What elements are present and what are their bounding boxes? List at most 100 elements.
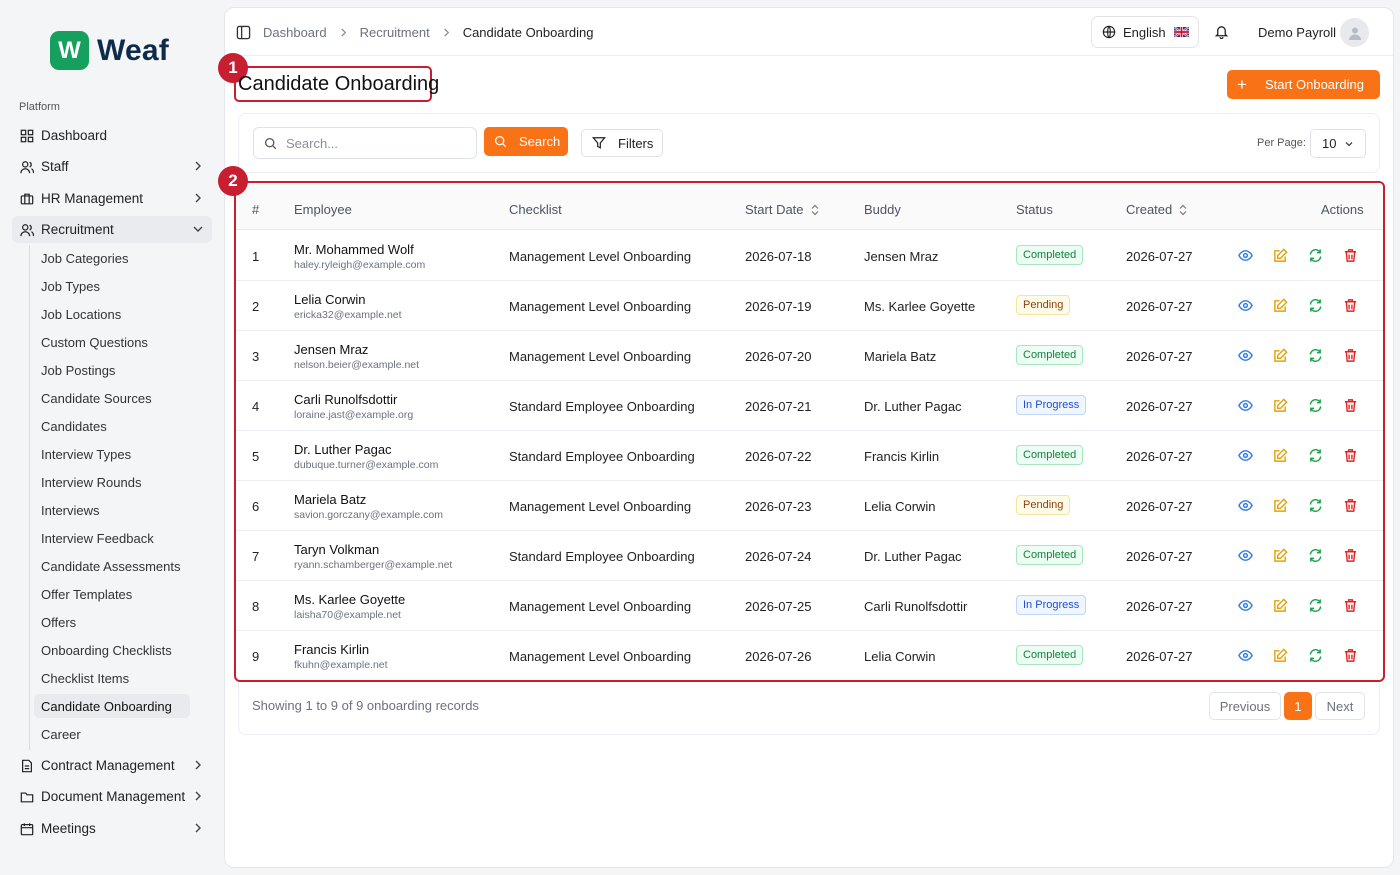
edit-icon[interactable]	[1273, 398, 1288, 413]
sidebar-item-label: Document Management	[41, 789, 186, 804]
chevron-right-icon	[195, 791, 201, 801]
edit-icon[interactable]	[1273, 248, 1288, 263]
refresh-icon[interactable]	[1308, 448, 1323, 463]
logo-mark: W	[50, 31, 89, 70]
language-selector[interactable]: English	[1091, 16, 1199, 48]
row-number: 3	[252, 349, 260, 364]
employee-email: loraine.jast@example.org	[294, 409, 414, 421]
employee-email: savion.gorczany@example.com	[294, 509, 443, 521]
edit-icon[interactable]	[1273, 598, 1288, 613]
sidebar-item-meetings[interactable]: Meetings	[12, 815, 212, 842]
view-icon[interactable]	[1238, 498, 1253, 513]
sidebar-subitem[interactable]: Candidate Assessments	[34, 554, 190, 578]
search-button[interactable]: Search	[484, 127, 568, 156]
refresh-icon[interactable]	[1308, 548, 1323, 563]
edit-icon[interactable]	[1273, 648, 1288, 663]
sidebar-subitem[interactable]: Job Postings	[34, 358, 190, 382]
sidebar-item-label: Staff	[41, 159, 69, 174]
row-number: 9	[252, 649, 260, 664]
created-date: 2026-07-27	[1126, 649, 1193, 664]
search-input[interactable]: Search...	[253, 127, 477, 159]
page-1-button[interactable]: 1	[1284, 692, 1312, 720]
sidebar-item-dashboard[interactable]: Dashboard	[12, 122, 212, 149]
top-bar: Dashboard Recruitment Candidate Onboardi…	[225, 8, 1393, 56]
col-status: Status	[1016, 202, 1053, 217]
refresh-icon[interactable]	[1308, 648, 1323, 663]
edit-icon[interactable]	[1273, 448, 1288, 463]
delete-icon[interactable]	[1343, 498, 1358, 513]
sidebar-subitem[interactable]: Custom Questions	[34, 330, 190, 354]
refresh-icon[interactable]	[1308, 348, 1323, 363]
filters-button[interactable]: Filters	[581, 129, 663, 157]
avatar[interactable]	[1340, 18, 1369, 47]
sidebar-subitem[interactable]: Job Locations	[34, 302, 190, 326]
edit-icon[interactable]	[1273, 348, 1288, 363]
view-icon[interactable]	[1238, 398, 1253, 413]
checklist-name: Management Level Onboarding	[509, 599, 692, 614]
user-name[interactable]: Demo Payroll	[1258, 25, 1336, 40]
sidebar-subitem[interactable]: Candidate Sources	[34, 386, 190, 410]
app-logo[interactable]: W Weaf	[50, 31, 169, 70]
breadcrumb-dashboard[interactable]: Dashboard	[263, 25, 327, 40]
sidebar-subitem[interactable]: Checklist Items	[34, 666, 190, 690]
edit-icon[interactable]	[1273, 498, 1288, 513]
delete-icon[interactable]	[1343, 298, 1358, 313]
table-row: 8 Ms. Karlee Goyette laisha70@example.net M…	[236, 581, 1383, 631]
delete-icon[interactable]	[1343, 448, 1358, 463]
edit-icon[interactable]	[1273, 298, 1288, 313]
sidebar-item-recruitment[interactable]: Recruitment	[12, 216, 212, 243]
file-icon	[22, 759, 32, 772]
delete-icon[interactable]	[1343, 398, 1358, 413]
sidebar-item-contract-management[interactable]: Contract Management	[12, 752, 212, 779]
col-start-date-label: Start Date	[745, 202, 804, 217]
sidebar-subitem[interactable]: Job Types	[34, 274, 190, 298]
next-button[interactable]: Next	[1315, 692, 1365, 720]
refresh-icon[interactable]	[1308, 298, 1323, 313]
delete-icon[interactable]	[1343, 648, 1358, 663]
employee-name: Mr. Mohammed Wolf	[294, 242, 414, 257]
sidebar-subitem[interactable]: Interviews	[34, 498, 190, 522]
delete-icon[interactable]	[1343, 248, 1358, 263]
sidebar-subitem-active[interactable]: Candidate Onboarding	[34, 694, 190, 718]
search-icon	[264, 137, 277, 149]
sidebar-subitem[interactable]: Job Categories	[34, 246, 190, 270]
previous-button[interactable]: Previous	[1209, 692, 1281, 720]
refresh-icon[interactable]	[1308, 398, 1323, 413]
sidebar-item-document-management[interactable]: Document Management	[12, 783, 212, 810]
status-badge: Completed	[1016, 645, 1084, 665]
view-icon[interactable]	[1238, 648, 1253, 663]
per-page-select[interactable]: 10	[1310, 129, 1366, 158]
sidebar-subitem[interactable]: Interview Types	[34, 442, 190, 466]
view-icon[interactable]	[1238, 348, 1253, 363]
sidebar-subitem[interactable]: Onboarding Checklists	[34, 638, 190, 662]
sidebar-subitem[interactable]: Interview Rounds	[34, 470, 190, 494]
view-icon[interactable]	[1238, 248, 1253, 263]
sidebar-item-staff[interactable]: Staff	[12, 153, 212, 180]
table-row: 1 Mr. Mohammed Wolf haley.ryleigh@example.…	[236, 231, 1383, 281]
refresh-icon[interactable]	[1308, 598, 1323, 613]
sidebar-subitem[interactable]: Career	[34, 722, 190, 746]
refresh-icon[interactable]	[1308, 248, 1323, 263]
annotation-marker-2: 2	[218, 166, 248, 196]
col-start-date[interactable]: Start Date	[745, 202, 820, 217]
view-icon[interactable]	[1238, 548, 1253, 563]
delete-icon[interactable]	[1343, 598, 1358, 613]
delete-icon[interactable]	[1343, 348, 1358, 363]
bell-icon[interactable]	[1214, 24, 1229, 39]
delete-icon[interactable]	[1343, 548, 1358, 563]
col-checklist: Checklist	[509, 202, 562, 217]
refresh-icon[interactable]	[1308, 498, 1323, 513]
view-icon[interactable]	[1238, 448, 1253, 463]
sidebar-toggle-icon[interactable]	[236, 25, 251, 40]
col-created[interactable]: Created	[1126, 202, 1188, 217]
sidebar-subitem[interactable]: Interview Feedback	[34, 526, 190, 550]
sidebar-subitem[interactable]: Candidates	[34, 414, 190, 438]
start-onboarding-button[interactable]: + Start Onboarding	[1227, 70, 1380, 99]
breadcrumb-recruitment[interactable]: Recruitment	[360, 25, 430, 40]
sidebar-item-hr-management[interactable]: HR Management	[12, 185, 212, 212]
view-icon[interactable]	[1238, 298, 1253, 313]
edit-icon[interactable]	[1273, 548, 1288, 563]
sidebar-subitem[interactable]: Offers	[34, 610, 190, 634]
view-icon[interactable]	[1238, 598, 1253, 613]
sidebar-subitem[interactable]: Offer Templates	[34, 582, 190, 606]
